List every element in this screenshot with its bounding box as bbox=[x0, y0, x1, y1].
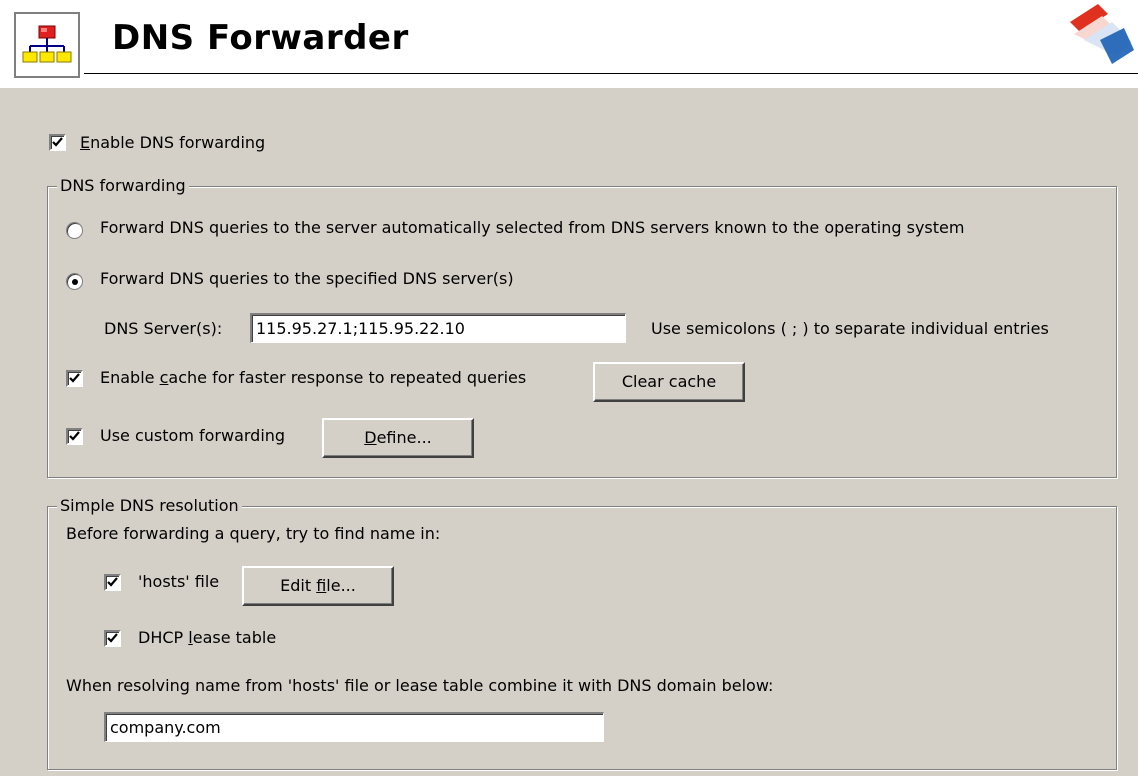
simple-dns-resolution-title: Simple DNS resolution bbox=[57, 496, 242, 515]
clear-cache-button[interactable]: Clear cache bbox=[593, 362, 745, 402]
checkmark-icon bbox=[69, 373, 80, 383]
combine-domain-text: When resolving name from 'hosts' file or… bbox=[66, 676, 774, 695]
enable-cache-checkbox[interactable] bbox=[66, 370, 83, 387]
checkmark-icon bbox=[69, 431, 80, 441]
header-icon-frame bbox=[14, 12, 80, 78]
dns-forwarding-group-title: DNS forwarding bbox=[57, 176, 189, 195]
brand-corner-logo bbox=[1070, 4, 1134, 64]
custom-forwarding-checkbox[interactable] bbox=[66, 428, 83, 445]
enable-dns-forwarding-label[interactable]: Enable DNS forwarding bbox=[80, 133, 265, 152]
radio-specified-server[interactable] bbox=[66, 273, 83, 290]
checkmark-icon bbox=[52, 137, 63, 147]
enable-cache-label[interactable]: Enable cache for faster response to repe… bbox=[100, 368, 526, 387]
custom-forwarding-label[interactable]: Use custom forwarding bbox=[100, 426, 285, 445]
radio-specified-label[interactable]: Forward DNS queries to the specified DNS… bbox=[100, 269, 514, 288]
dns-domain-input[interactable] bbox=[104, 712, 604, 742]
dhcp-lease-label[interactable]: DHCP lease table bbox=[138, 628, 276, 647]
hosts-file-checkbox[interactable] bbox=[104, 574, 121, 591]
enable-dns-forwarding-checkbox[interactable] bbox=[49, 134, 66, 151]
settings-panel: Enable DNS forwarding DNS forwarding For… bbox=[0, 88, 1138, 776]
page-title: DNS Forwarder bbox=[112, 18, 409, 58]
header-divider bbox=[84, 73, 1138, 74]
define-button[interactable]: Define... bbox=[322, 418, 474, 458]
radio-auto-select-label[interactable]: Forward DNS queries to the server automa… bbox=[100, 218, 964, 237]
dns-servers-hint: Use semicolons ( ; ) to separate individ… bbox=[651, 319, 1049, 338]
checkmark-icon bbox=[107, 633, 118, 643]
resolution-intro-text: Before forwarding a query, try to find n… bbox=[66, 524, 441, 543]
dhcp-lease-checkbox[interactable] bbox=[104, 630, 121, 647]
edit-file-button[interactable]: Edit file... bbox=[242, 566, 394, 606]
radio-selected-dot bbox=[72, 279, 78, 285]
dns-servers-input[interactable] bbox=[250, 313, 626, 343]
dns-servers-label: DNS Server(s): bbox=[104, 319, 223, 338]
checkmark-icon bbox=[107, 577, 118, 587]
hosts-file-label[interactable]: 'hosts' file bbox=[138, 572, 219, 591]
page-header: DNS Forwarder bbox=[0, 0, 1138, 88]
radio-auto-select-server[interactable] bbox=[66, 222, 83, 239]
network-hierarchy-icon bbox=[22, 25, 72, 63]
